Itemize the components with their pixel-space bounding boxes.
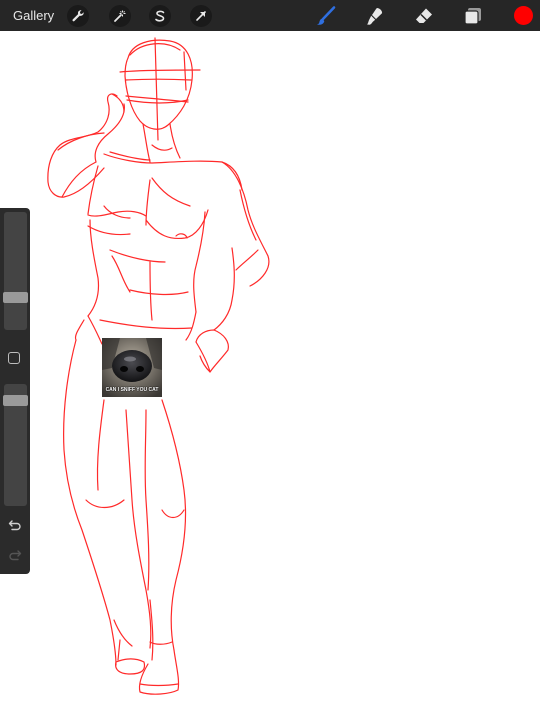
drawing-canvas[interactable]: CAN I SNIFF YOU CAT	[0, 31, 540, 720]
transform-arrow-icon	[196, 11, 206, 21]
eraser-tool-button[interactable]	[412, 4, 436, 28]
sticker-caption: CAN I SNIFF YOU CAT	[105, 387, 159, 393]
adjustments-button[interactable]	[109, 5, 131, 27]
layers-icon	[464, 8, 481, 25]
figure-sketch	[47, 37, 270, 695]
brush-tool-button[interactable]	[314, 4, 338, 28]
left-sidebar	[0, 208, 30, 574]
brush-icon	[317, 6, 336, 25]
smudge-icon	[367, 8, 383, 25]
layers-button[interactable]	[461, 4, 485, 28]
eraser-icon	[416, 8, 432, 23]
transform-button[interactable]	[190, 5, 212, 27]
brush-size-slider-handle[interactable]	[3, 292, 28, 303]
gallery-button[interactable]: Gallery	[13, 6, 54, 25]
opacity-slider-handle[interactable]	[3, 395, 28, 406]
redo-icon	[9, 550, 22, 561]
modify-button[interactable]	[8, 352, 20, 364]
undo-icon	[8, 520, 21, 531]
magic-wand-icon	[114, 10, 126, 22]
raccoon-sticker-image: CAN I SNIFF YOU CAT	[102, 338, 162, 397]
redo-button[interactable]	[5, 546, 25, 564]
color-picker-button[interactable]	[514, 6, 533, 25]
brush-size-slider[interactable]	[3, 212, 28, 330]
top-toolbar: Gallery	[0, 0, 540, 31]
opacity-slider[interactable]	[3, 384, 28, 506]
undo-button[interactable]	[5, 516, 25, 534]
selection-button[interactable]	[149, 5, 171, 27]
selection-s-icon	[155, 10, 165, 22]
actions-button[interactable]	[67, 5, 89, 27]
smudge-tool-button[interactable]	[363, 4, 387, 28]
wrench-icon	[72, 10, 84, 22]
